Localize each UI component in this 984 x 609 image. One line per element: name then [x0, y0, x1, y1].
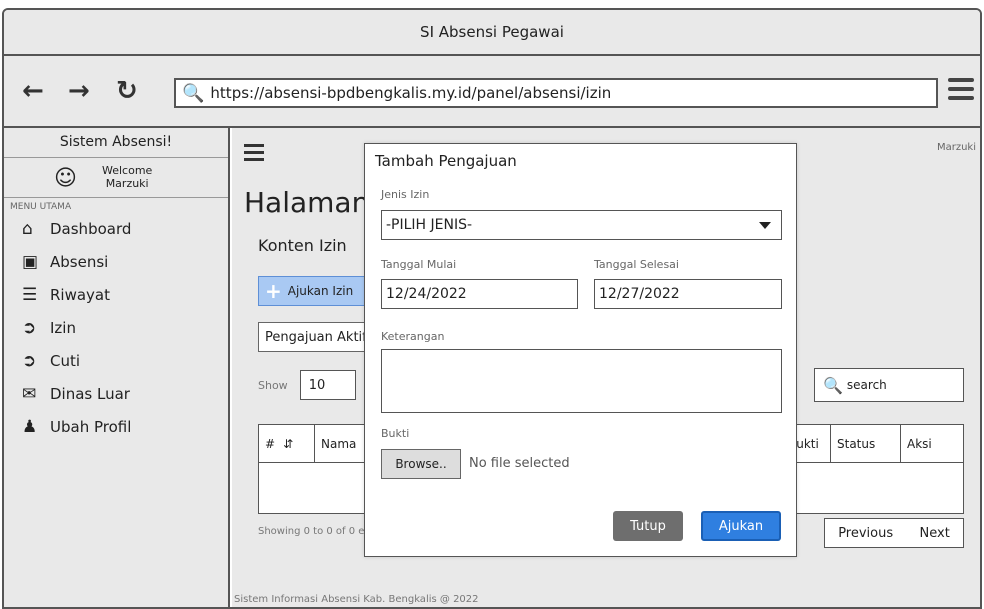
welcome-username: Marzuki [105, 177, 149, 190]
browse-button[interactable]: Browse.. [381, 449, 461, 479]
end-date-label: Tanggal Selesai [594, 258, 679, 271]
sidebar-item-label: Absensi [50, 252, 109, 271]
content-title: Konten Izin [258, 236, 347, 255]
plus-icon: + [265, 279, 282, 303]
envelope-icon: ✉ [22, 383, 37, 404]
end-date-value: 12/27/2022 [599, 286, 680, 302]
url-text: https://absensi-bpdbengkalis.my.id/panel… [210, 84, 612, 102]
sidebar-item-label: Dashboard [50, 219, 132, 238]
jenis-value: -PILIH JENIS- [386, 217, 473, 233]
next-button[interactable]: Next [920, 526, 950, 541]
start-date-value: 12/24/2022 [386, 286, 467, 302]
back-arrow-icon[interactable]: ← [22, 76, 44, 106]
column-header-aksi[interactable]: Aksi [901, 425, 965, 463]
submit-button[interactable]: Ajukan [701, 511, 781, 541]
welcome-label: Welcome [102, 164, 153, 177]
show-label: Show [258, 378, 288, 392]
keterangan-textarea[interactable] [381, 349, 782, 413]
entries-select[interactable]: 10 [299, 370, 356, 400]
close-button[interactable]: Tutup [613, 511, 683, 541]
sign-in-icon: ➲ [22, 317, 37, 338]
url-field[interactable]: 🔍 https://absensi-bpdbengkalis.my.id/pan… [174, 78, 938, 108]
file-status: No file selected [469, 456, 570, 471]
sidebar-item-dinas-luar[interactable]: ✉ Dinas Luar [4, 377, 228, 410]
start-date-field[interactable]: 12/24/2022 [381, 279, 578, 309]
search-input[interactable]: 🔍 search [814, 368, 964, 402]
header-username[interactable]: Marzuki [937, 142, 976, 153]
user-icon: ♟ [22, 416, 38, 437]
entries-value: 10 [308, 377, 326, 393]
menu-caption: MENU UTAMA [10, 202, 72, 212]
keterangan-label: Keterangan [381, 330, 445, 343]
sidebar-item-absensi[interactable]: ▣ Absensi [4, 245, 228, 278]
address-bar: ← → ↻ 🔍 https://absensi-bpdbengkalis.my.… [4, 56, 980, 128]
sidebar-item-label: Riwayat [50, 285, 110, 304]
start-date-label: Tanggal Mulai [381, 258, 457, 271]
user-circle-icon: ☺ [54, 166, 77, 191]
search-icon: 🔍 [182, 82, 205, 104]
sidebar-item-ubah-profil[interactable]: ♟ Ubah Profil [4, 410, 228, 443]
dropdown-caret-icon [759, 222, 771, 229]
end-date-field[interactable]: 12/27/2022 [594, 279, 782, 309]
sidebar: Sistem Absensi! ☺ Welcome Marzuki MENU U… [4, 128, 230, 607]
sidebar-item-cuti[interactable]: ➲ Cuti [4, 344, 228, 377]
sidebar-item-riwayat[interactable]: ☰ Riwayat [4, 278, 228, 311]
add-izin-label: Ajukan Izin [287, 284, 354, 298]
show-entries: Show 10 [258, 370, 356, 400]
bukti-label: Bukti [381, 427, 410, 440]
sidebar-item-label: Ubah Profil [50, 417, 132, 436]
home-icon: ⌂ [22, 218, 33, 239]
add-request-modal: Tambah Pengajuan Jenis Izin -PILIH JENIS… [364, 143, 797, 557]
search-placeholder: search [846, 378, 887, 392]
jenis-label: Jenis Izin [381, 188, 430, 201]
column-header-status[interactable]: Status [831, 425, 901, 463]
sidebar-item-dashboard[interactable]: ⌂ Dashboard [4, 212, 228, 245]
menu-icon[interactable] [948, 78, 974, 105]
sort-icon: ⇵ [283, 437, 294, 451]
previous-button[interactable]: Previous [838, 526, 893, 541]
pagination: Previous Next [824, 518, 964, 548]
search-icon: 🔍 [823, 375, 843, 395]
sidebar-item-label: Cuti [50, 351, 81, 370]
sidebar-item-label: Dinas Luar [50, 384, 130, 403]
window-titlebar: SI Absensi Pegawai [4, 10, 980, 56]
list-icon: ☰ [22, 284, 38, 305]
sidebar-item-izin[interactable]: ➲ Izin [4, 311, 228, 344]
jenis-select[interactable]: -PILIH JENIS- [381, 210, 782, 240]
window-title: SI Absensi Pegawai [420, 23, 564, 41]
sidebar-title: Sistem Absensi! [4, 128, 228, 158]
footer-copyright: Sistem Informasi Absensi Kab. Bengkalis … [234, 594, 479, 605]
forward-arrow-icon[interactable]: → [68, 76, 90, 106]
sign-in-icon: ➲ [22, 350, 37, 371]
address-card-icon: ▣ [22, 251, 39, 272]
sidebar-item-label: Izin [50, 318, 76, 337]
welcome-panel: ☺ Welcome Marzuki [4, 158, 228, 198]
filter-active-label: Pengajuan Aktif [265, 329, 367, 345]
welcome-text: Welcome Marzuki [102, 164, 152, 190]
reload-icon[interactable]: ↻ [116, 76, 138, 106]
hamburger-icon[interactable] [244, 144, 264, 165]
column-header-number[interactable]: # ⇵ [259, 425, 315, 463]
modal-title: Tambah Pengajuan [375, 152, 517, 170]
